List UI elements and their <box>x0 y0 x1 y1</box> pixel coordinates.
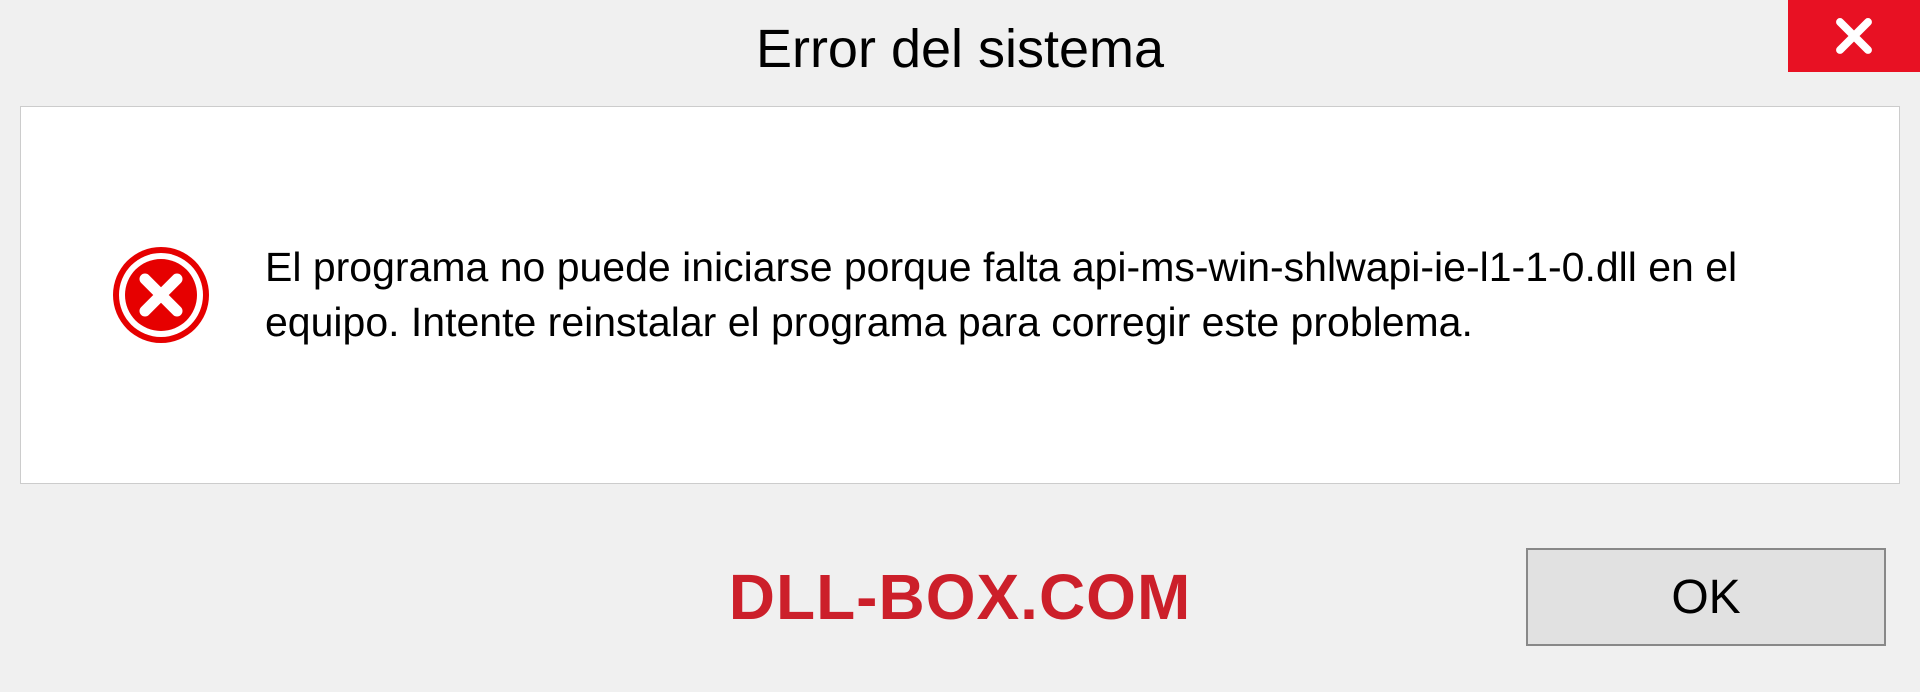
error-message: El programa no puede iniciarse porque fa… <box>265 240 1785 351</box>
ok-button[interactable]: OK <box>1526 548 1886 646</box>
titlebar: Error del sistema <box>0 0 1920 98</box>
error-icon <box>111 245 211 345</box>
close-icon <box>1833 15 1875 57</box>
footer: DLL-BOX.COM OK <box>0 502 1920 692</box>
watermark-text: DLL-BOX.COM <box>729 560 1192 634</box>
close-button[interactable] <box>1788 0 1920 72</box>
dialog-title: Error del sistema <box>756 18 1164 80</box>
content-panel: El programa no puede iniciarse porque fa… <box>20 106 1900 484</box>
